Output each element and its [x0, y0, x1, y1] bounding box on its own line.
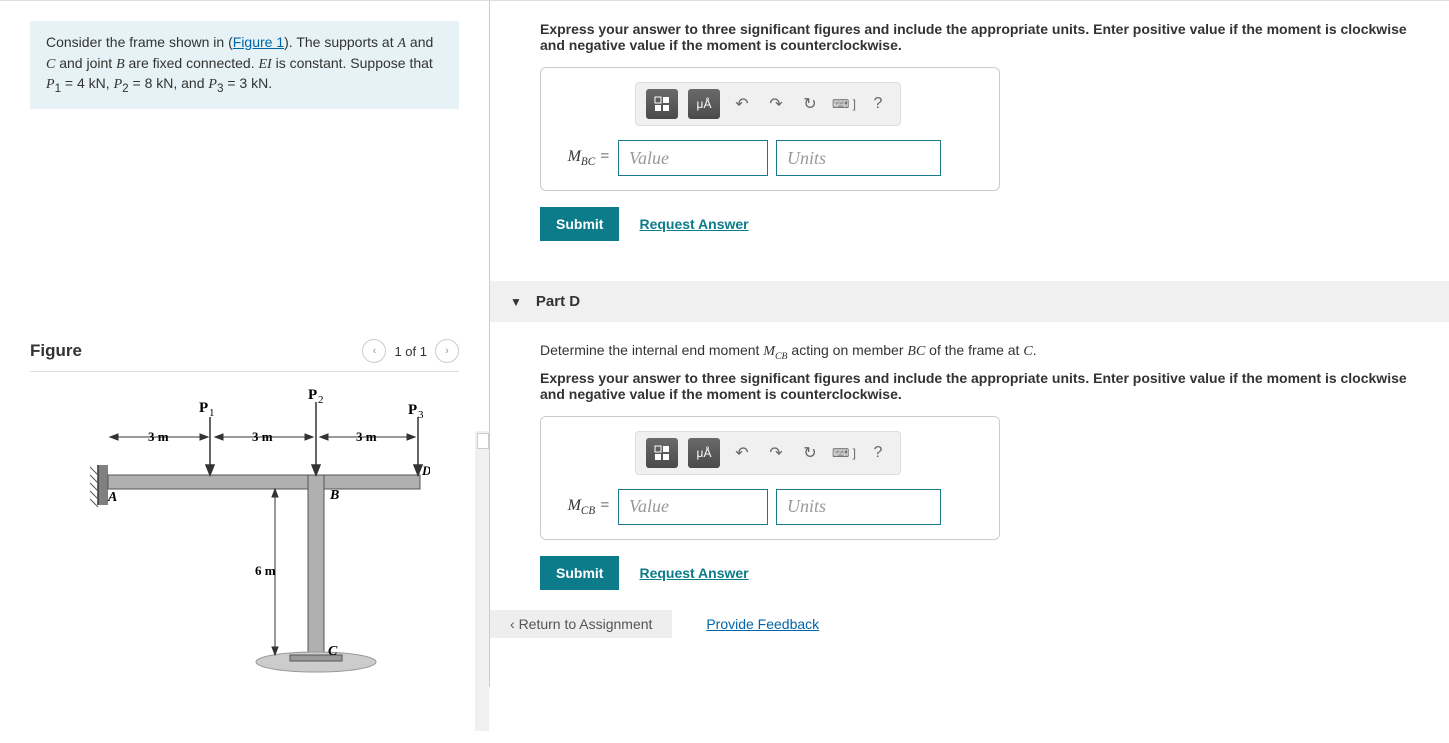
part-d-units-input[interactable]: [776, 489, 941, 525]
part-c-variable-label: MBC =: [555, 148, 610, 168]
svg-text:C: C: [328, 644, 338, 659]
part-d-prompt: Determine the internal end moment MCB ac…: [540, 342, 1409, 362]
undo-button[interactable]: ↶: [730, 90, 754, 118]
special-chars-button[interactable]: μÅ: [688, 89, 720, 119]
part-d-title: Part D: [536, 293, 580, 310]
figure-prev-button[interactable]: ‹: [362, 339, 386, 363]
part-c-toolbar: μÅ ↶ ↷ ↻ ⌨ ] ?: [635, 82, 901, 126]
part-d-answer-box: μÅ ↶ ↷ ↻ ⌨ ] ? MCB =: [540, 416, 1000, 540]
scrollbar[interactable]: [475, 431, 489, 731]
svg-text:6 m: 6 m: [255, 563, 276, 578]
provide-feedback-link[interactable]: Provide Feedback: [706, 616, 819, 632]
part-d-value-input[interactable]: [618, 489, 768, 525]
part-d-instruction: Express your answer to three significant…: [540, 370, 1409, 402]
svg-text:2: 2: [318, 394, 324, 406]
undo-button[interactable]: ↶: [730, 439, 754, 467]
figure-next-button[interactable]: ›: [435, 339, 459, 363]
reset-button[interactable]: ↻: [798, 439, 822, 467]
part-c-instruction: Express your answer to three significant…: [540, 21, 1409, 53]
redo-button[interactable]: ↷: [764, 90, 788, 118]
redo-button[interactable]: ↷: [764, 439, 788, 467]
svg-text:3: 3: [418, 409, 424, 421]
svg-text:3 m: 3 m: [356, 429, 377, 444]
help-button[interactable]: ?: [866, 439, 890, 467]
svg-text:1: 1: [209, 407, 215, 419]
special-chars-button[interactable]: μÅ: [688, 438, 720, 468]
svg-text:P: P: [199, 400, 208, 416]
part-d-submit-button[interactable]: Submit: [540, 556, 619, 590]
keyboard-button[interactable]: ⌨ ]: [832, 439, 856, 467]
templates-button[interactable]: [646, 438, 678, 468]
svg-text:3 m: 3 m: [252, 429, 273, 444]
svg-text:P: P: [408, 402, 417, 418]
part-c-answer-box: μÅ ↶ ↷ ↻ ⌨ ] ? MBC =: [540, 67, 1000, 191]
part-d-header[interactable]: ▼ Part D: [490, 281, 1449, 322]
problem-statement: Consider the frame shown in (Figure 1). …: [30, 21, 459, 109]
reset-button[interactable]: ↻: [798, 90, 822, 118]
part-d-toolbar: μÅ ↶ ↷ ↻ ⌨ ] ?: [635, 431, 901, 475]
figure-pager: 1 of 1: [394, 344, 427, 359]
svg-text:3 m: 3 m: [148, 429, 169, 444]
keyboard-button[interactable]: ⌨ ]: [832, 90, 856, 118]
part-d-request-answer-link[interactable]: Request Answer: [639, 565, 748, 581]
part-c-request-answer-link[interactable]: Request Answer: [639, 216, 748, 232]
templates-button[interactable]: [646, 89, 678, 119]
svg-text:P: P: [308, 387, 317, 403]
svg-text:D: D: [421, 463, 430, 478]
chevron-down-icon: ▼: [510, 295, 522, 309]
part-d-variable-label: MCB =: [555, 497, 610, 517]
svg-text:B: B: [329, 488, 339, 503]
figure-title: Figure: [30, 341, 82, 361]
figure-link[interactable]: Figure 1: [233, 34, 284, 50]
part-c-submit-button[interactable]: Submit: [540, 207, 619, 241]
help-button[interactable]: ?: [866, 90, 890, 118]
part-c-value-input[interactable]: [618, 140, 768, 176]
figure-diagram: P 1 P 2 P 3 3 m 3 m 3 m 6 m A B D C: [30, 387, 459, 687]
svg-text:A: A: [107, 490, 117, 505]
return-to-assignment-button[interactable]: ‹ Return to Assignment: [490, 610, 672, 638]
part-c-units-input[interactable]: [776, 140, 941, 176]
